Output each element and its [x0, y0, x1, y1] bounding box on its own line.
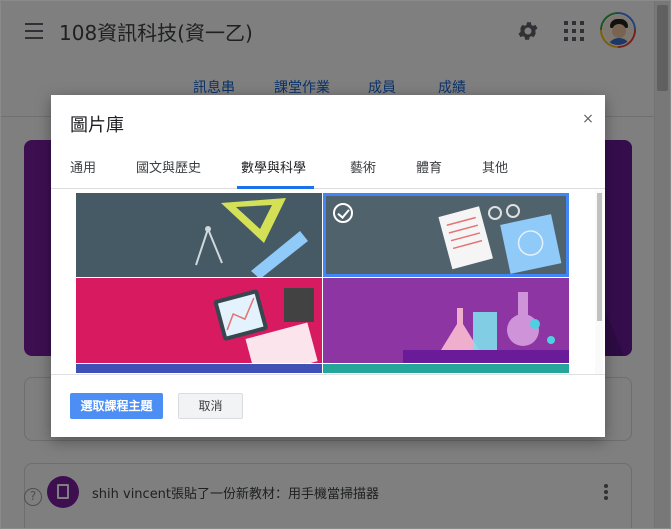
- cancel-button[interactable]: 取消: [178, 393, 243, 419]
- close-icon[interactable]: ×: [580, 111, 596, 127]
- tab-arts[interactable]: 藝術: [350, 157, 376, 176]
- theme-tile-5[interactable]: [76, 364, 322, 373]
- gallery-scrollbar-thumb[interactable]: [597, 193, 602, 321]
- theme-gallery: [76, 193, 569, 373]
- theme-tile-notebook[interactable]: [323, 193, 569, 277]
- theme-tile-tablet[interactable]: [76, 278, 322, 363]
- dialog-title: 圖片庫: [70, 115, 124, 136]
- tab-math-science[interactable]: 數學與科學: [241, 157, 306, 176]
- tab-other[interactable]: 其他: [482, 157, 508, 176]
- theme-tile-lab[interactable]: [323, 278, 569, 363]
- selected-check-icon: [333, 203, 353, 223]
- window: 108資訊科技(資一乙) 訊息串 課堂作業 成員 成績 shih vince: [0, 0, 671, 529]
- select-theme-button[interactable]: 選取課程主題: [70, 393, 163, 419]
- tab-general[interactable]: 通用: [70, 157, 96, 176]
- active-tab-indicator: [237, 186, 314, 189]
- theme-tile-6[interactable]: [323, 364, 569, 373]
- theme-tile-geometry[interactable]: [76, 193, 322, 277]
- footer-divider: [51, 374, 605, 375]
- tab-pe[interactable]: 體育: [416, 157, 442, 176]
- tab-chinese-history[interactable]: 國文與歷史: [136, 157, 201, 176]
- gallery-dialog: 圖片庫 × 通用 國文與歷史 數學與科學 藝術 體育 其他 選取課程主題 取消: [51, 95, 605, 437]
- gallery-tabs: 通用 國文與歷史 數學與科學 藝術 體育 其他: [51, 149, 605, 189]
